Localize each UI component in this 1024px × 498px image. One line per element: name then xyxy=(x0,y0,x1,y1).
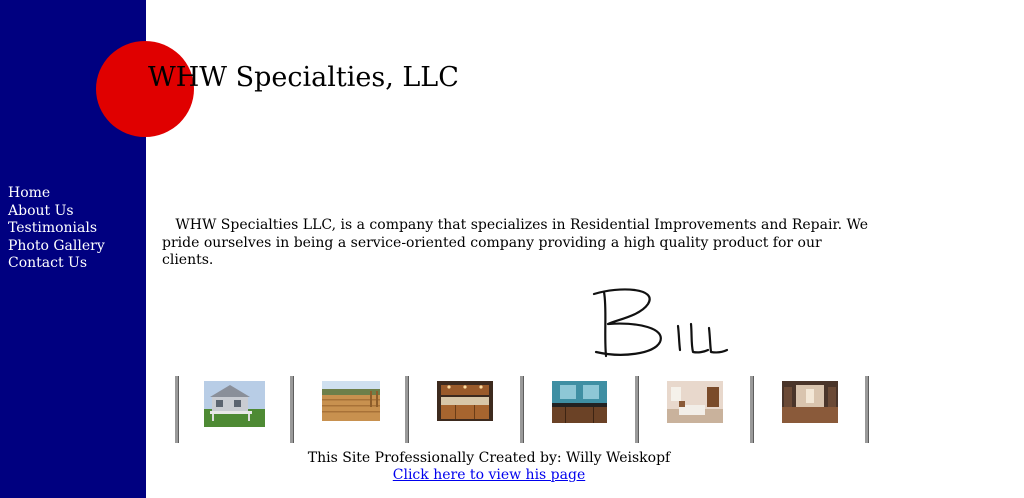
gallery-divider xyxy=(290,376,294,443)
thumbnail-bedroom[interactable] xyxy=(667,381,723,423)
gallery-divider xyxy=(750,376,754,443)
gallery-divider xyxy=(405,376,409,443)
thumbnail-room-interior[interactable] xyxy=(782,381,838,423)
credit-text: This Site Professionally Created by: Wil… xyxy=(307,450,671,466)
gallery-divider xyxy=(635,376,639,443)
nav-item-testimonials[interactable]: Testimonials xyxy=(8,220,105,238)
site-title: WHW Specialties, LLC xyxy=(148,62,459,93)
main-nav: Home About Us Testimonials Photo Gallery… xyxy=(8,185,105,273)
site-credit: This Site Professionally Created by: Wil… xyxy=(300,450,678,484)
gallery-divider xyxy=(865,376,869,443)
signature-bill xyxy=(592,288,729,358)
thumbnail-house-deck[interactable] xyxy=(204,381,265,427)
photo-gallery-strip xyxy=(175,376,870,443)
designer-page-link[interactable]: Click here to view his page xyxy=(393,467,585,483)
nav-item-about-us[interactable]: About Us xyxy=(8,203,105,221)
nav-item-photo-gallery[interactable]: Photo Gallery xyxy=(8,238,105,256)
thumbnail-kitchen-cabinets[interactable] xyxy=(437,381,493,421)
thumbnail-bathroom-vanity[interactable] xyxy=(552,381,607,423)
intro-paragraph: WHW Specialties LLC, is a company that s… xyxy=(162,217,872,270)
gallery-divider xyxy=(520,376,524,443)
intro-text: WHW Specialties LLC, is a company that s… xyxy=(162,217,869,268)
nav-item-contact-us[interactable]: Contact Us xyxy=(8,255,105,273)
gallery-divider xyxy=(175,376,179,443)
thumbnail-wooden-deck[interactable] xyxy=(322,381,380,421)
nav-item-home[interactable]: Home xyxy=(8,185,105,203)
